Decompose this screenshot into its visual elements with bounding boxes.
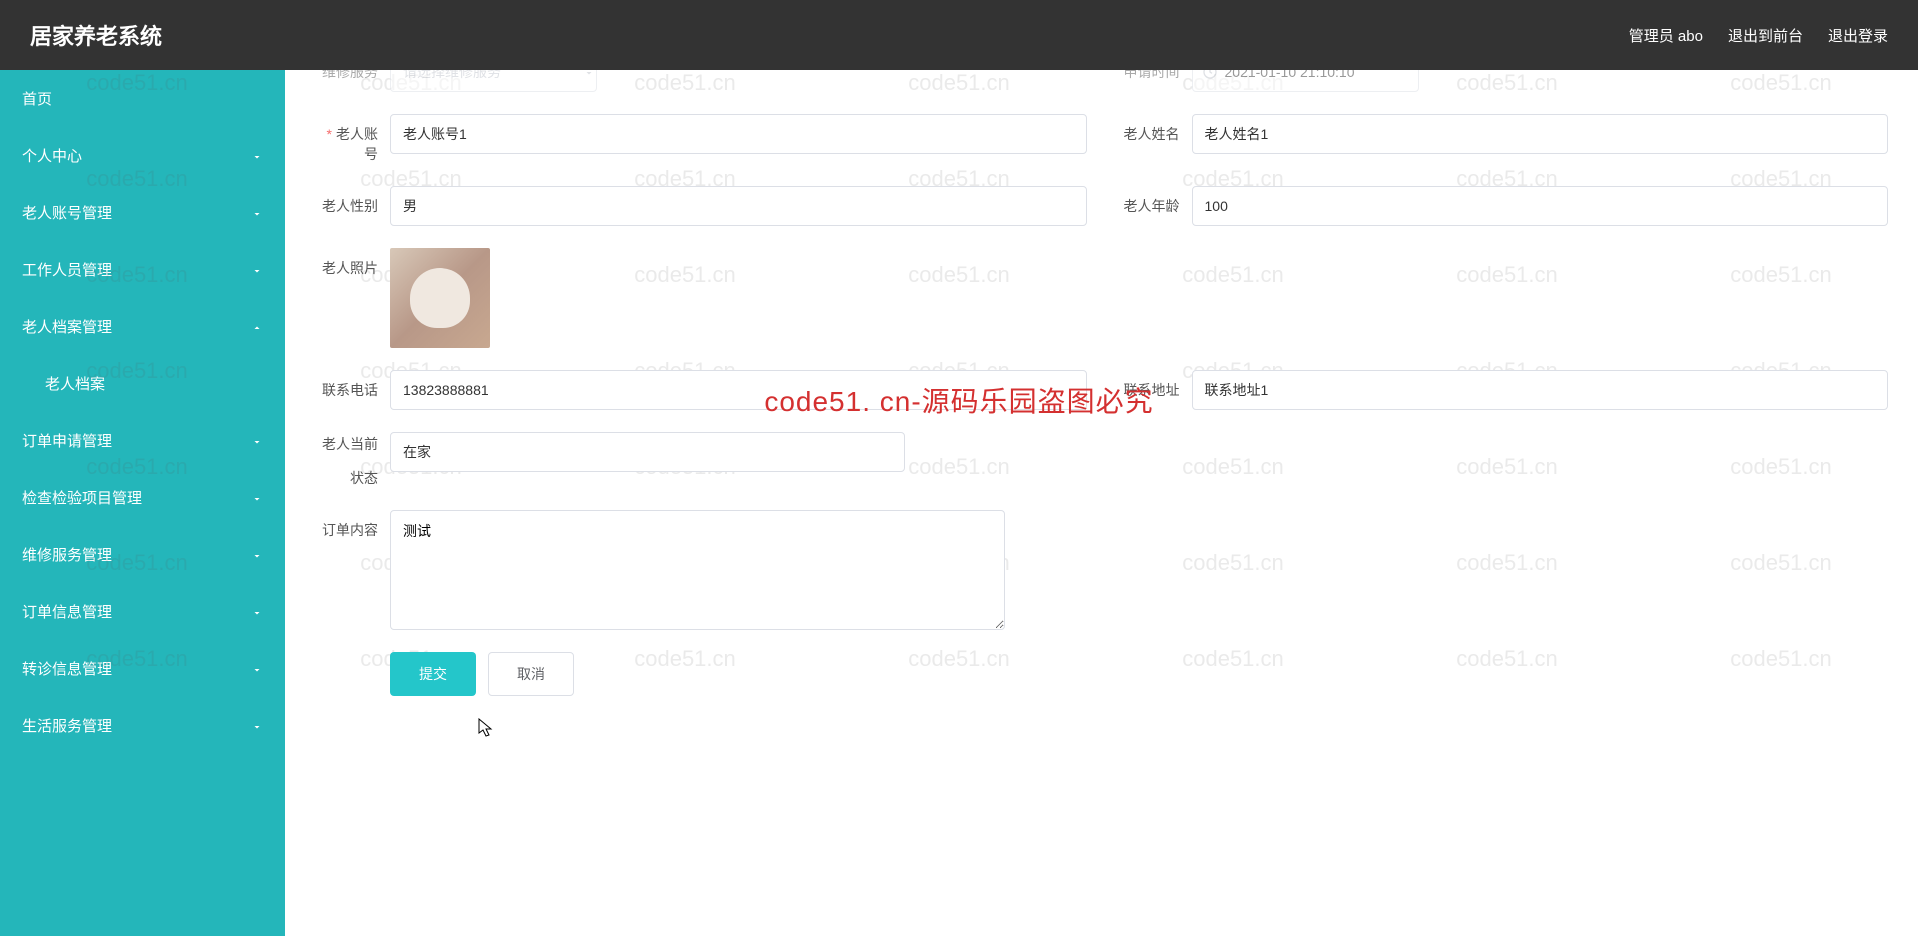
gender-label: 老人性别: [315, 186, 390, 216]
field-apply-time: 申请时间: [1117, 70, 1889, 92]
photo-upload[interactable]: [390, 248, 490, 348]
order-content-label: 订单内容: [315, 510, 390, 540]
status-label-1: 老人当前: [315, 432, 378, 454]
field-status: 老人当前 状态: [315, 432, 1888, 488]
apply-time-label: 申请时间: [1117, 70, 1192, 82]
main-content: 维修服务 申请时间 老人账号 老人姓名 老人性别: [285, 70, 1918, 936]
chevron-down-icon: [251, 264, 263, 276]
sidebar-item-staff[interactable]: 工作人员管理: [0, 241, 285, 298]
sidebar-item-label: 维修服务管理: [22, 544, 112, 565]
field-order-content: 订单内容 测试: [315, 510, 1888, 630]
sidebar-item-label: 老人档案管理: [22, 316, 112, 337]
sidebar-item-label: 检查检验项目管理: [22, 487, 142, 508]
chevron-down-icon: [251, 606, 263, 618]
address-label: 联系地址: [1117, 370, 1192, 400]
chevron-up-icon: [251, 321, 263, 333]
sidebar-item-label: 订单信息管理: [22, 601, 112, 622]
sidebar-item-order-info[interactable]: 订单信息管理: [0, 583, 285, 640]
chevron-down-icon: [251, 549, 263, 561]
sidebar-item-repair-service[interactable]: 维修服务管理: [0, 526, 285, 583]
status-input[interactable]: [390, 432, 905, 472]
sidebar-item-label: 老人账号管理: [22, 202, 112, 223]
sidebar-item-life-service[interactable]: 生活服务管理: [0, 697, 285, 754]
header-right: 管理员 abo 退出到前台 退出登录: [1629, 25, 1888, 46]
phone-label: 联系电话: [315, 370, 390, 400]
account-label: 老人账号: [315, 114, 390, 164]
gender-input[interactable]: [390, 186, 1087, 226]
field-gender: 老人性别: [315, 186, 1087, 226]
chevron-down-icon: [251, 207, 263, 219]
avatar-image: [410, 268, 470, 328]
sidebar-item-label: 转诊信息管理: [22, 658, 112, 679]
field-photo: 老人照片: [315, 248, 1888, 348]
sidebar-item-elder-file[interactable]: 老人档案管理: [0, 298, 285, 355]
sidebar-item-order-apply[interactable]: 订单申请管理: [0, 412, 285, 469]
age-input[interactable]: [1192, 186, 1889, 226]
sidebar-item-label: 工作人员管理: [22, 259, 112, 280]
photo-label: 老人照片: [315, 248, 390, 278]
address-input[interactable]: [1192, 370, 1889, 410]
cancel-button[interactable]: 取消: [488, 652, 574, 696]
sidebar-item-elder-account[interactable]: 老人账号管理: [0, 184, 285, 241]
field-service: 维修服务: [315, 70, 1087, 92]
chevron-down-icon: [251, 663, 263, 675]
sidebar: 首页 个人中心 老人账号管理 工作人员管理 老人档案管理 老人档案 订单申请管理…: [0, 70, 285, 936]
chevron-down-icon: [251, 720, 263, 732]
account-input[interactable]: [390, 114, 1087, 154]
header: 居家养老系统 管理员 abo 退出到前台 退出登录: [0, 0, 1918, 70]
field-phone: 联系电话: [315, 370, 1087, 410]
sidebar-item-label: 老人档案: [45, 373, 105, 394]
field-age: 老人年龄: [1117, 186, 1889, 226]
user-label[interactable]: 管理员 abo: [1629, 25, 1703, 46]
field-address: 联系地址: [1117, 370, 1889, 410]
sidebar-item-check-project[interactable]: 检查检验项目管理: [0, 469, 285, 526]
logout-link[interactable]: 退出登录: [1828, 25, 1888, 46]
status-label-2: 状态: [315, 454, 378, 488]
field-name: 老人姓名: [1117, 114, 1889, 164]
sidebar-item-label: 生活服务管理: [22, 715, 112, 736]
sidebar-item-personal[interactable]: 个人中心: [0, 127, 285, 184]
service-select[interactable]: [390, 70, 597, 92]
apply-time-input[interactable]: [1192, 70, 1419, 92]
app-title: 居家养老系统: [30, 19, 162, 51]
clock-icon: [1202, 70, 1218, 80]
order-content-textarea[interactable]: 测试: [390, 510, 1005, 630]
chevron-down-icon: [251, 492, 263, 504]
button-row: 提交 取消: [315, 652, 1888, 696]
chevron-down-icon: [251, 150, 263, 162]
phone-input[interactable]: [390, 370, 1087, 410]
sidebar-item-label: 订单申请管理: [22, 430, 112, 451]
field-account: 老人账号: [315, 114, 1087, 164]
sidebar-subitem-elder-file[interactable]: 老人档案: [0, 355, 285, 412]
submit-button[interactable]: 提交: [390, 652, 476, 696]
name-input[interactable]: [1192, 114, 1889, 154]
chevron-down-icon: [251, 435, 263, 447]
logout-front-link[interactable]: 退出到前台: [1728, 25, 1803, 46]
sidebar-item-transfer-info[interactable]: 转诊信息管理: [0, 640, 285, 697]
sidebar-item-home[interactable]: 首页: [0, 70, 285, 127]
sidebar-item-label: 个人中心: [22, 145, 82, 166]
service-label: 维修服务: [315, 70, 390, 82]
sidebar-item-label: 首页: [22, 88, 52, 109]
name-label: 老人姓名: [1117, 114, 1192, 144]
age-label: 老人年龄: [1117, 186, 1192, 216]
